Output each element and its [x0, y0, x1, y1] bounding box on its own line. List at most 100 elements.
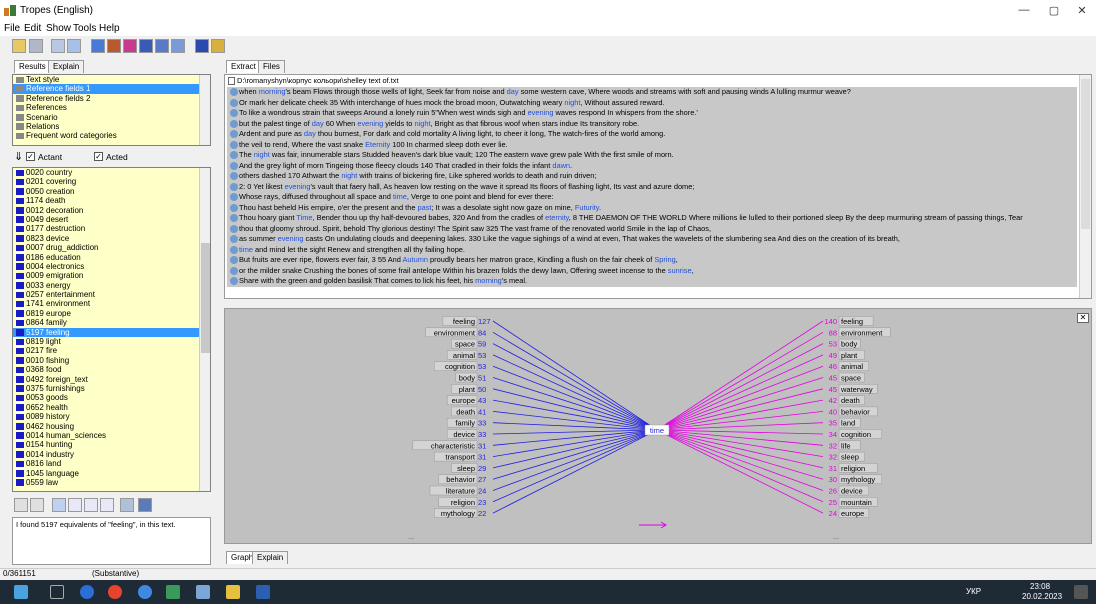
menu-tools[interactable]: Tools [73, 23, 96, 34]
reference-item[interactable]: 0033 energy [13, 281, 210, 290]
graph-panel[interactable]: feeling 127 environment 84 space 59 animal 53 co… [224, 308, 1092, 544]
close-button[interactable]: ✕ [1068, 4, 1096, 18]
browser-icon[interactable] [138, 585, 152, 599]
reference-item[interactable]: 0864 family [13, 318, 210, 327]
extract-line[interactable]: Or mark her delicate cheek 35 With inter… [229, 98, 1077, 108]
reference-item[interactable]: 0368 food [13, 365, 210, 374]
right-node-label[interactable]: death [841, 396, 860, 405]
right-node-label[interactable]: behavior [841, 407, 870, 416]
sort-asc-icon[interactable] [68, 498, 82, 512]
left-node-label[interactable]: family [455, 419, 475, 428]
reference-item[interactable]: 0217 fire [13, 346, 210, 355]
reference-item[interactable]: 0816 land [13, 459, 210, 468]
reference-item[interactable]: 0014 industry [13, 450, 210, 459]
right-node-label[interactable]: animal [841, 362, 863, 371]
left-node-label[interactable]: environment [434, 328, 476, 337]
word-icon[interactable] [256, 585, 270, 599]
category-list[interactable]: Text style Reference fields 1 Reference fi… [12, 74, 211, 146]
extract-line[interactable]: To like a wondrous strain that sweeps Ar… [229, 108, 1077, 118]
move-down-icon[interactable] [30, 498, 44, 512]
reference-item[interactable]: 0050 creation [13, 187, 210, 196]
tab-explain[interactable]: Explain [48, 60, 85, 73]
graph-star-icon[interactable] [91, 39, 105, 53]
print-icon[interactable] [29, 39, 43, 53]
right-node-label[interactable]: body [841, 340, 858, 349]
right-node-label[interactable]: environment [841, 328, 883, 337]
extract-scroll-thumb[interactable] [1081, 79, 1090, 229]
actant-checkbox[interactable]: ✓ [26, 152, 35, 161]
right-node-label[interactable]: mountain [841, 498, 872, 507]
reference-item[interactable]: 0652 health [13, 403, 210, 412]
reference-item[interactable]: 0186 education [13, 253, 210, 262]
reference-item[interactable]: 0014 human_sciences [13, 431, 210, 440]
right-node-label[interactable]: europe [841, 509, 864, 518]
right-node-label[interactable]: space [841, 374, 861, 383]
left-node-label[interactable]: animal [453, 351, 475, 360]
sort-icon[interactable] [52, 498, 66, 512]
left-node-label[interactable]: religion [451, 498, 475, 507]
reference-item[interactable]: 0010 fishing [13, 356, 210, 365]
edge-icon[interactable] [80, 585, 94, 599]
extract-line[interactable]: Thou hast beheld His empire, o'er the pr… [229, 203, 1077, 213]
category-item[interactable]: Text style [13, 75, 210, 84]
acted-checkbox[interactable]: ✓ [94, 152, 103, 161]
menu-help[interactable]: Help [99, 23, 120, 34]
right-node-label[interactable]: sleep [841, 453, 859, 462]
close-graph-icon[interactable]: ✕ [1077, 313, 1089, 323]
bar-chart-icon[interactable] [139, 39, 153, 53]
reference-item[interactable]: 0375 furnishings [13, 384, 210, 393]
table-icon[interactable] [171, 39, 185, 53]
left-node-label[interactable]: death [456, 407, 475, 416]
left-node-label[interactable]: literature [446, 487, 475, 496]
right-node-label[interactable]: device [841, 487, 863, 496]
extract-line[interactable]: the veil to rend, Where the vast snake E… [229, 140, 1077, 150]
open-icon[interactable] [12, 39, 26, 53]
center-node-label[interactable]: time [650, 426, 664, 435]
extract-panel[interactable]: D:\romanyshyn\корпус кольори\shelley tex… [224, 74, 1092, 299]
right-node-label[interactable]: cognition [841, 430, 871, 439]
menu-file[interactable]: File [4, 23, 20, 34]
reference-item[interactable]: 1741 environment [13, 299, 210, 308]
left-node-label[interactable]: behavior [446, 475, 475, 484]
task-view-icon[interactable] [50, 585, 64, 599]
app-icon-2[interactable] [196, 585, 210, 599]
explorer-icon[interactable] [226, 585, 240, 599]
extract-line[interactable]: But fruits are ever ripe, flowers ever f… [229, 255, 1077, 265]
reference-item[interactable]: 0492 foreign_text [13, 375, 210, 384]
clock-time[interactable]: 23:08 [1030, 582, 1050, 591]
copy-icon[interactable] [67, 39, 81, 53]
category-item[interactable]: Relations [13, 122, 210, 131]
menu-edit[interactable]: Edit [24, 23, 41, 34]
extract-line[interactable]: others dashed 170 Athwart the night with… [229, 171, 1077, 181]
extract-line[interactable]: as summer evening casts On undulating cl… [229, 234, 1077, 244]
right-node-label[interactable]: religion [841, 464, 865, 473]
reference-item[interactable]: 0007 drug_addiction [13, 243, 210, 252]
extract-line[interactable]: when morning's beam Flows through those … [229, 87, 1077, 97]
window-icon[interactable] [195, 39, 209, 53]
extract-line[interactable]: And the grey light of morn Tingeing thos… [229, 161, 1077, 171]
category-item[interactable]: Frequent word categories [13, 131, 210, 140]
reference-item[interactable]: 0462 housing [13, 422, 210, 431]
maximize-button[interactable]: ▢ [1040, 4, 1068, 18]
left-node-label[interactable]: body [459, 374, 476, 383]
extract-line[interactable]: The night was fair, innumerable stars St… [229, 150, 1077, 160]
help-icon[interactable] [211, 39, 225, 53]
move-up-icon[interactable] [14, 498, 28, 512]
reference-list[interactable]: 0020 country 0201 covering 0050 creation 11… [12, 167, 211, 492]
reference-item[interactable]: 0819 light [13, 337, 210, 346]
left-node-label[interactable]: cognition [445, 362, 475, 371]
extract-line[interactable]: thou that gloomy shroud. Spirit, behold … [229, 224, 1077, 234]
left-node-label[interactable]: europe [452, 396, 475, 405]
left-node-label[interactable]: space [455, 340, 475, 349]
tab-extract[interactable]: Extract [226, 60, 261, 73]
extract-line[interactable]: but the palest tinge of day 60 When even… [229, 119, 1077, 129]
arrow-down-icon[interactable]: ⇓ [14, 150, 23, 163]
reference-item[interactable]: 1174 death [13, 196, 210, 205]
reference-item[interactable]: 0257 entertainment [13, 290, 210, 299]
extract-line[interactable]: Thou hoary giant Time, Bender thou up th… [229, 213, 1077, 223]
right-node-label[interactable]: mythology [841, 475, 875, 484]
right-node-label[interactable]: waterway [840, 385, 873, 394]
extract-line[interactable]: Whose rays, diffused throughout all spac… [229, 192, 1077, 202]
start-icon[interactable] [14, 585, 28, 599]
tropes-icon[interactable] [166, 585, 180, 599]
